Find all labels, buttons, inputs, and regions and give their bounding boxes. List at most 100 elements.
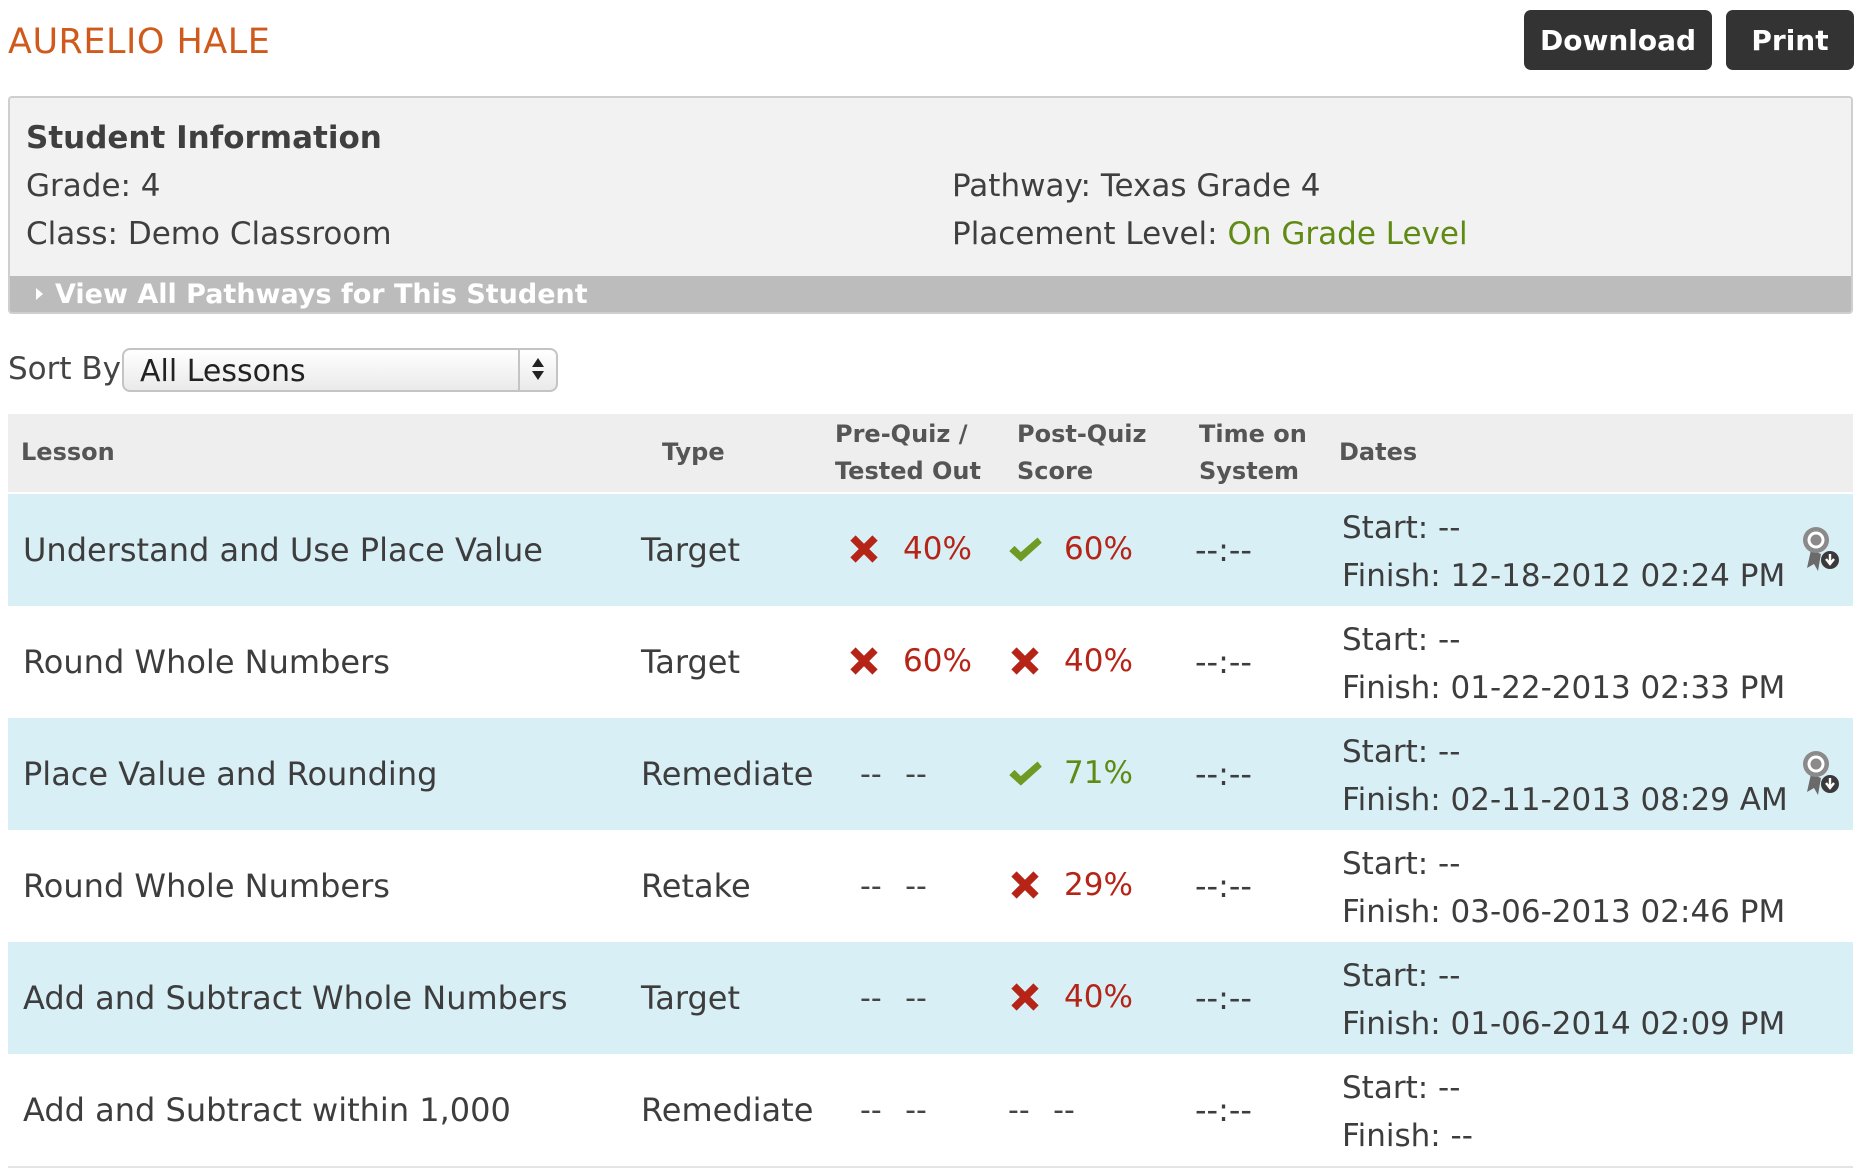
post-quiz-score: 29% — [1004, 860, 1133, 910]
start-date: Start: -- — [1342, 1070, 1461, 1106]
lesson-dates: Start: -- Finish: -- — [1342, 1064, 1473, 1160]
x-mark-icon — [1011, 647, 1039, 675]
lesson-name[interactable]: Add and Subtract within 1,000 — [23, 1091, 511, 1129]
finish-date: Finish: 01-06-2014 02:09 PM — [1342, 1006, 1786, 1042]
pre-quiz-empty: -- -- — [860, 869, 927, 904]
student-report-page: AURELIO HALE Download Print Student Info… — [0, 0, 1863, 1168]
time-on-system: --:-- — [1195, 867, 1252, 905]
post-quiz-score: 40% — [1004, 972, 1133, 1022]
x-mark-icon — [1011, 871, 1039, 899]
lesson-type: Remediate — [641, 1091, 814, 1129]
header-type[interactable]: Type — [662, 434, 725, 471]
pre-quiz-empty: -- -- — [860, 757, 927, 792]
download-button[interactable]: Download — [1524, 10, 1712, 70]
student-info-title: Student Information — [26, 120, 382, 156]
pre-quiz-percent: 60% — [903, 643, 972, 679]
time-on-system: --:-- — [1195, 643, 1252, 681]
checkmark-icon — [1009, 537, 1042, 562]
lesson-type: Target — [641, 979, 740, 1017]
lesson-name[interactable]: Round Whole Numbers — [23, 643, 390, 681]
post-quiz-percent: 40% — [1064, 643, 1133, 679]
pre-quiz-empty: -- -- — [860, 981, 927, 1016]
post-quiz-percent: 71% — [1064, 755, 1133, 791]
start-date: Start: -- — [1342, 734, 1461, 770]
pre-quiz-score: 60% — [843, 636, 972, 686]
finish-date: Finish: 12-18-2012 02:24 PM — [1342, 558, 1786, 594]
finish-date: Finish: 02-11-2013 08:29 AM — [1342, 782, 1788, 818]
placement-level: Placement Level: On Grade Level — [952, 216, 1468, 252]
lesson-dates: Start: -- Finish: 01-06-2014 02:09 PM — [1342, 952, 1785, 1048]
sort-by-label: Sort By: — [8, 351, 130, 387]
table-row[interactable]: Place Value and Rounding Remediate -- -- 71… — [8, 718, 1853, 830]
award-download-icon[interactable] — [1800, 748, 1840, 798]
student-info-panel: Student Information Grade: 4 Class: Demo… — [8, 96, 1853, 314]
lesson-table-header: Lesson Type Pre-Quiz / Tested Out Post-Q… — [8, 414, 1853, 492]
lesson-type: Target — [641, 643, 740, 681]
table-row[interactable]: Round Whole Numbers Retake -- -- 29% --:-- St… — [8, 830, 1853, 942]
lesson-name[interactable]: Round Whole Numbers — [23, 867, 390, 905]
view-all-pathways-label: View All Pathways for This Student — [55, 278, 588, 310]
lesson-dates: Start: -- Finish: 12-18-2012 02:24 PM — [1342, 504, 1785, 600]
post-quiz-score: 60% — [1004, 524, 1133, 574]
table-row[interactable]: Round Whole Numbers Target 60% 40% --:-- Star… — [8, 606, 1853, 718]
lesson-table-body: Understand and Use Place Value Target 40% 6… — [8, 494, 1853, 1166]
start-date: Start: -- — [1342, 510, 1461, 546]
header-time-line2: System — [1199, 457, 1299, 485]
post-quiz-percent: 40% — [1064, 979, 1133, 1015]
print-button[interactable]: Print — [1726, 10, 1854, 70]
header-pre-quiz-line1: Pre-Quiz / — [835, 420, 968, 448]
post-quiz-percent: 29% — [1064, 867, 1133, 903]
lesson-name[interactable]: Place Value and Rounding — [23, 755, 437, 793]
start-date: Start: -- — [1342, 958, 1461, 994]
x-mark-icon — [850, 647, 878, 675]
header-pre-quiz-line2: Tested Out — [835, 457, 981, 485]
student-name: AURELIO HALE — [8, 22, 271, 62]
grade-text: Grade: 4 — [26, 168, 161, 204]
start-date: Start: -- — [1342, 846, 1461, 882]
x-mark-icon — [1011, 983, 1039, 1011]
lesson-type: Target — [641, 531, 740, 569]
lesson-name[interactable]: Understand and Use Place Value — [23, 531, 543, 569]
time-on-system: --:-- — [1195, 755, 1252, 793]
lesson-type: Remediate — [641, 755, 814, 793]
up-down-arrows-icon — [532, 358, 544, 380]
post-quiz-percent: 60% — [1064, 531, 1133, 567]
start-date: Start: -- — [1342, 622, 1461, 658]
post-quiz-empty: -- -- — [1008, 1093, 1075, 1128]
header-lesson[interactable]: Lesson — [21, 434, 115, 471]
view-all-pathways-toggle[interactable]: View All Pathways for This Student — [10, 276, 1851, 312]
header-post-quiz[interactable]: Post-Quiz Score — [1017, 416, 1147, 490]
lesson-name[interactable]: Add and Subtract Whole Numbers — [23, 979, 568, 1017]
class-text: Class: Demo Classroom — [26, 216, 392, 252]
award-download-icon[interactable] — [1800, 524, 1840, 574]
finish-date: Finish: -- — [1342, 1118, 1473, 1154]
table-row[interactable]: Understand and Use Place Value Target 40% 6… — [8, 494, 1853, 606]
lesson-dates: Start: -- Finish: 01-22-2013 02:33 PM — [1342, 616, 1785, 712]
finish-date: Finish: 03-06-2013 02:46 PM — [1342, 894, 1786, 930]
pathway-text: Pathway: Texas Grade 4 — [952, 168, 1321, 204]
caret-right-icon — [36, 288, 43, 300]
header-dates[interactable]: Dates — [1339, 434, 1417, 471]
pre-quiz-empty: -- -- — [860, 1093, 927, 1128]
lesson-dates: Start: -- Finish: 03-06-2013 02:46 PM — [1342, 840, 1785, 936]
post-quiz-score: 40% — [1004, 636, 1133, 686]
table-row[interactable]: Add and Subtract Whole Numbers Target -- -… — [8, 942, 1853, 1054]
sort-by-select[interactable]: All Lessons — [122, 348, 558, 392]
time-on-system: --:-- — [1195, 979, 1252, 1017]
header-time-on-system[interactable]: Time on System — [1199, 416, 1319, 490]
table-row[interactable]: Add and Subtract within 1,000 Remediate --… — [8, 1054, 1853, 1166]
header-post-quiz-line2: Score — [1017, 457, 1094, 485]
placement-value: On Grade Level — [1227, 216, 1468, 252]
post-quiz-score: 71% — [1004, 748, 1133, 798]
header-pre-quiz[interactable]: Pre-Quiz / Tested Out — [835, 416, 981, 490]
time-on-system: --:-- — [1195, 1091, 1252, 1129]
x-mark-icon — [850, 535, 878, 563]
lesson-type: Retake — [641, 867, 751, 905]
header-post-quiz-line1: Post-Quiz — [1017, 420, 1147, 448]
checkmark-icon — [1009, 761, 1042, 786]
select-divider — [518, 350, 520, 390]
pre-quiz-percent: 40% — [903, 531, 972, 567]
pre-quiz-score: 40% — [843, 524, 972, 574]
sort-by-value: All Lessons — [140, 354, 306, 389]
time-on-system: --:-- — [1195, 531, 1252, 569]
